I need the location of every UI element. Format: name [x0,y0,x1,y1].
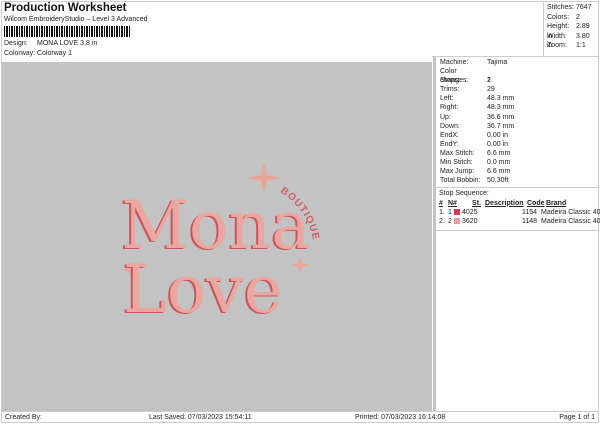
property-row: EndX: 0.00 in [440,131,595,140]
code: 1148 [522,218,538,226]
col-desc: Description [485,199,524,207]
stop-row[interactable]: 1. 1 4025 1154 Madeira Classic 40 [439,208,600,217]
property-value: 36.7 mm [487,122,515,130]
property-row: Right: 48.3 mm [440,103,595,112]
stop-sequence-title: Stop Sequence: [439,190,489,198]
page-number: Page 1 of 1 [559,414,595,421]
stats-box: Stitches: 7647 Colors: 2 Height: 2.89 in Wi… [543,1,599,57]
code: 1154 [522,208,538,216]
color-swatch [454,218,460,225]
colorway-label: Colorway: [4,50,36,57]
property-label: Left: [440,95,454,103]
property-label: Max Jump: [440,168,475,176]
property-value: 6.6 mm [487,149,511,157]
stat-label: Zoom: [547,42,567,49]
design-text-love-fill: Love [123,251,283,328]
property-label: Down: [440,122,460,130]
machine-properties: Machine: Tajima Color changes: 1 Stops: 2 Trim… [436,57,599,186]
barcode [4,26,130,37]
printed-date: Printed: 07/03/2023 16:14:08 [355,414,446,421]
property-value: 0.00 in [487,131,509,139]
property-row: Trims: 29 [440,85,595,94]
stat-label: Width: [547,32,567,40]
col-num: # [439,199,443,207]
properties-panel: Machine: Tajima Color changes: 1 Stops: 2 Trim… [433,57,600,411]
stat-label: Stitches: [547,4,574,11]
property-row: EndY: 0.00 in [440,140,595,149]
property-row: Machine: Tajima [440,58,595,67]
worksheet-title: Production Worksheet [4,2,127,14]
footer: Created By: Last Saved: 07/03/2023 15:54… [2,411,599,423]
stat-label: Colors: [547,13,570,21]
property-value: 36.6 mm [487,113,515,121]
stat-row: Zoom: 1:1 [547,41,596,51]
property-row: Min Stitch: 0.0 mm [440,158,595,167]
stat-row: Colors: 2 [547,13,596,23]
property-label: Max Stitch: [440,149,475,157]
brand: Madeira Classic 40 [541,208,600,216]
property-value: 2 [487,77,491,85]
property-label: Up: [440,113,451,121]
property-row: Down: 36.7 mm [440,122,595,131]
stat-value: 1:1 [576,42,586,49]
property-row: Total Bobbin: 50.30ft [440,176,595,185]
design-label: Design: [4,40,28,47]
property-row: Color changes: 1 [440,67,595,84]
embroidery-design: Mona Mona Love Love BOUTIQUE [119,162,320,329]
stop-sequence: Stop Sequence: # N# St. Description Code Bran… [436,187,600,227]
software-name: Wilcom EmbroideryStudio – Level 3 Advanc… [4,16,148,23]
design-row: Design: MONA LOVE 3,8 in [4,40,97,47]
design-preview: Mona Mona Love Love BOUTIQUE [2,62,432,411]
property-label: EndX: [440,131,460,139]
color-swatch [454,208,460,215]
stop-index: 2. [439,218,445,226]
property-row: Left: 48.3 mm [440,94,595,103]
col-brand: Brand [546,199,567,207]
brand: Madeira Classic 40 [541,218,600,226]
property-value: 48.3 mm [487,104,515,112]
stat-row: Width: 3.80 in [547,32,596,50]
property-label: Min Stitch: [440,159,473,167]
property-value: 29 [487,86,495,94]
colorway-row: Colorway: Colorway 1 [4,50,72,57]
property-label: EndY: [440,140,459,148]
property-row: Max Jump: 6.6 mm [440,167,595,176]
thread-number: 3620 [462,218,478,226]
stop-sequence-header: # N# St. Description Code Brand [439,199,596,208]
property-label: Trims: [440,86,460,94]
col-n: N# [448,199,457,207]
property-label: Total Bobbin: [440,177,481,185]
stat-row: Stitches: 7647 [547,3,596,13]
property-value: 48.3 mm [487,95,515,103]
stat-value: 2 [576,13,580,21]
property-row: Up: 36.6 mm [440,113,595,122]
design-value: MONA LOVE 3,8 in [37,40,98,47]
property-value: Tajima [487,59,508,66]
stop-index: 1. [439,208,445,216]
property-value: 0.0 mm [487,159,511,167]
stat-label: Height: [547,23,570,30]
property-value: 0.00 in [487,140,509,148]
property-row: Stops: 2 [440,76,595,85]
col-st: St. [472,199,481,207]
property-label: Machine: [440,59,469,66]
colorway-value: Colorway 1 [37,50,73,57]
stat-row: Height: 2.89 in [547,22,596,40]
property-value: 50.30ft [487,177,509,185]
last-saved: Last Saved: 07/03/2023 15:54:11 [149,414,252,421]
property-row: Max Stitch: 6.6 mm [440,149,595,158]
property-label: Right: [440,104,459,112]
property-label: Stops: [440,77,460,85]
stat-value: 7647 [576,4,592,11]
property-value: 6.6 mm [487,168,511,176]
divider [436,229,599,231]
thread-number: 4025 [462,208,478,216]
created-by: Created By: [5,414,42,421]
stop-row[interactable]: 2. 2 3620 1148 Madeira Classic 40 [439,217,600,226]
col-code: Code [527,199,545,207]
